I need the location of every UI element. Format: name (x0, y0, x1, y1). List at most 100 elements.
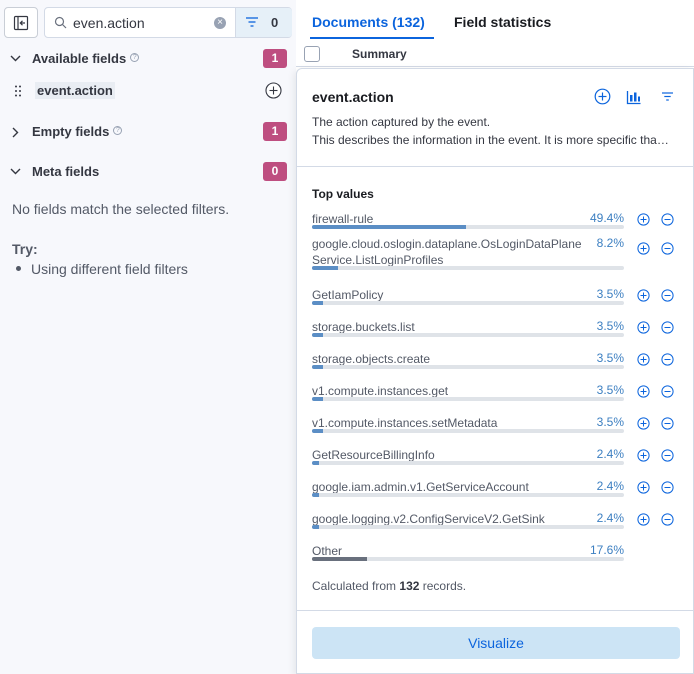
list-item: Using different field filters (16, 261, 188, 277)
select-all-checkbox[interactable] (304, 46, 320, 62)
tab-selected-underline (310, 37, 434, 39)
field-item-event-action[interactable]: event.action (0, 80, 296, 102)
visualize-button[interactable]: Visualize (312, 627, 680, 659)
divider (297, 610, 694, 611)
divider (297, 166, 694, 167)
top-value-bar-fill (312, 266, 338, 270)
summary-column-header[interactable]: Summary (352, 47, 407, 61)
field-description: The action captured by the event. (312, 115, 491, 129)
filter-for-value-icon[interactable] (637, 449, 650, 465)
field-name[interactable]: event.action (35, 82, 115, 99)
top-value-percent: 3.5% (596, 383, 624, 397)
calc-suffix: records. (422, 579, 467, 593)
top-value-bar-fill (312, 429, 323, 433)
top-value-bar-fill (312, 525, 320, 529)
top-value-bar (312, 225, 624, 229)
top-value-percent: 3.5% (596, 287, 624, 301)
available-fields-label: Available fields (32, 51, 127, 66)
filter-out-value-icon[interactable] (661, 353, 674, 369)
help-icon: ? (113, 126, 123, 135)
top-value-percent: 2.4% (596, 447, 624, 461)
top-value-bar (312, 493, 624, 497)
top-value-row: GetIamPolicy 3.5% (312, 287, 682, 307)
filter-out-value-icon[interactable] (661, 289, 674, 305)
field-list-sidebar: even.action × 0 Available fields? 1 even… (0, 0, 296, 674)
top-value-bar (312, 301, 624, 305)
search-icon (54, 16, 67, 29)
section-meta-fields[interactable]: Meta fields 0 (0, 162, 296, 183)
filter-out-value-icon[interactable] (661, 513, 674, 529)
top-value-percent: 8.2% (596, 236, 624, 250)
top-value-bar-fill (312, 301, 323, 305)
calc-prefix: Calculated from (312, 579, 397, 593)
other-percent: 17.6% (589, 543, 624, 557)
clear-icon[interactable]: × (214, 17, 226, 29)
top-value-bar (312, 266, 624, 270)
plus-circle-icon[interactable] (594, 88, 611, 105)
filter-for-value-icon[interactable] (637, 289, 650, 305)
filter-out-value-icon[interactable] (661, 385, 674, 401)
top-value-percent: 2.4% (596, 479, 624, 493)
top-value-row: v1.compute.instances.get 3.5% (312, 383, 682, 403)
available-fields-count: 1 (263, 49, 287, 68)
top-value-bar (312, 461, 624, 465)
field-search-input[interactable]: even.action × 0 (44, 7, 292, 38)
top-value-bar (312, 525, 624, 529)
top-value-row-other: Other 17.6% (312, 543, 682, 563)
filter-out-value-icon[interactable] (661, 481, 674, 497)
calc-count: 132 (399, 579, 420, 593)
filter-out-value-icon[interactable] (661, 213, 674, 229)
try-heading: Try: (12, 241, 38, 257)
filter-out-value-icon[interactable] (661, 449, 674, 465)
top-value-bar (312, 397, 624, 401)
no-match-message: No fields match the selected filters. (12, 201, 230, 217)
top-value-row: google.logging.v2.ConfigServiceV2.GetSin… (312, 511, 682, 531)
filter-for-value-icon[interactable] (637, 481, 650, 497)
section-available-fields[interactable]: Available fields? 1 (0, 49, 296, 70)
search-value: even.action (73, 15, 145, 31)
top-value-bar (312, 365, 624, 369)
top-value-bar-fill (312, 461, 320, 465)
top-value-row: firewall-rule 49.4% (312, 211, 682, 231)
filter-icon (246, 17, 258, 27)
filter-out-value-icon[interactable] (661, 242, 674, 258)
top-value-bar-fill (312, 333, 323, 337)
top-value-bar (312, 333, 624, 337)
top-value-percent: 3.5% (596, 351, 624, 365)
try-item-label: Using different field filters (31, 261, 188, 277)
top-value-bar (312, 429, 624, 433)
filter-for-value-icon[interactable] (637, 513, 650, 529)
try-list: Using different field filters (16, 261, 188, 277)
other-bar-fill (312, 557, 367, 561)
filter-for-value-icon[interactable] (637, 353, 650, 369)
sidebar-toggle-icon (13, 15, 29, 30)
section-empty-fields[interactable]: Empty fields? 1 (0, 122, 296, 143)
filter-out-value-icon[interactable] (661, 417, 674, 433)
filter-for-value-icon[interactable] (637, 213, 650, 229)
add-icon[interactable] (265, 82, 282, 99)
tab-documents[interactable]: Documents (132) (312, 14, 425, 30)
top-value-bar-fill (312, 397, 323, 401)
top-value-percent: 49.4% (589, 211, 624, 225)
drag-handle-icon[interactable] (15, 85, 21, 97)
field-details-popover: event.action The action captured by the … (296, 68, 694, 674)
top-values-heading: Top values (312, 187, 374, 201)
chevron-down-icon (10, 55, 21, 62)
visualize-icon[interactable] (626, 89, 642, 105)
tab-field-statistics[interactable]: Field statistics (454, 14, 551, 30)
top-value-bar-fill (312, 493, 320, 497)
filter-for-value-icon[interactable] (637, 417, 650, 433)
empty-fields-label: Empty fields (32, 124, 110, 139)
grid-header: Summary (296, 43, 694, 67)
top-value-bar-fill (312, 225, 467, 229)
top-value-bar-fill (312, 365, 323, 369)
filter-for-value-icon[interactable] (637, 385, 650, 401)
filter-for-value-icon[interactable] (637, 321, 650, 337)
sidebar-toggle-button[interactable] (4, 7, 38, 38)
top-value-row: google.iam.admin.v1.GetServiceAccount 2.4… (312, 479, 682, 499)
filter-icon[interactable] (662, 92, 673, 101)
filter-for-value-icon[interactable] (637, 242, 650, 258)
chevron-down-icon (10, 168, 21, 175)
filter-out-value-icon[interactable] (661, 321, 674, 337)
field-filter-button[interactable]: 0 (235, 8, 292, 37)
